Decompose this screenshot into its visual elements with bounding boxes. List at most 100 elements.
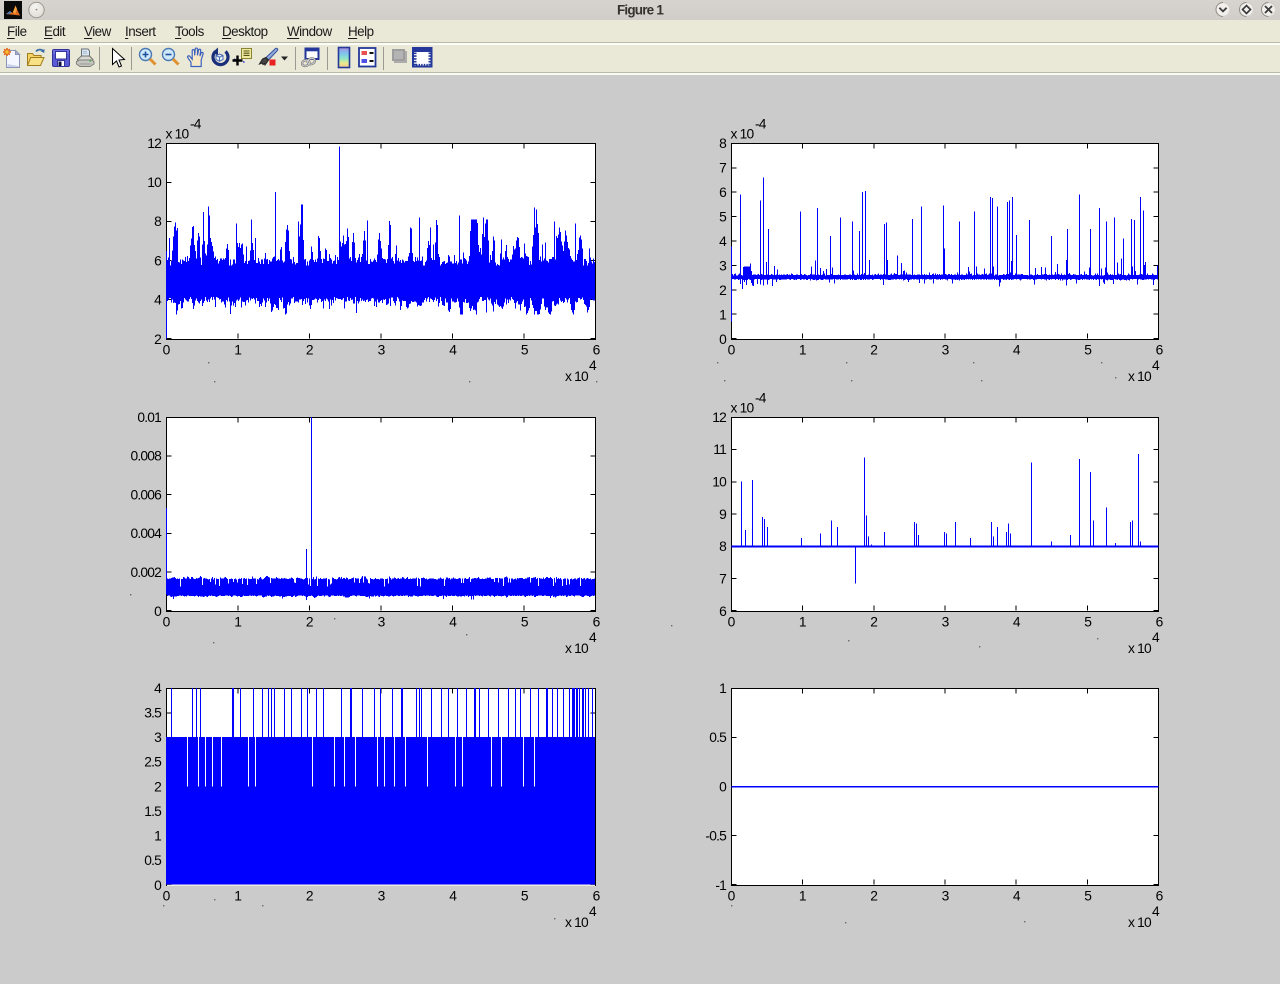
svg-text:2: 2 bbox=[154, 779, 161, 794]
svg-text:1: 1 bbox=[719, 681, 726, 696]
svg-text:6: 6 bbox=[593, 343, 601, 358]
svg-text:2: 2 bbox=[719, 283, 726, 298]
svg-text:0: 0 bbox=[728, 343, 736, 358]
svg-text:4: 4 bbox=[154, 681, 162, 696]
svg-text:1: 1 bbox=[154, 829, 161, 844]
svg-text:x 10: x 10 bbox=[166, 127, 190, 142]
svg-text:-1: -1 bbox=[715, 878, 726, 893]
svg-text:3: 3 bbox=[154, 730, 162, 745]
svg-text:2: 2 bbox=[870, 615, 877, 630]
svg-text:11: 11 bbox=[713, 442, 726, 457]
svg-text:6: 6 bbox=[719, 604, 727, 619]
svg-text:4: 4 bbox=[589, 904, 597, 919]
svg-text:-0.5: -0.5 bbox=[705, 829, 727, 844]
svg-text:2: 2 bbox=[306, 615, 313, 630]
svg-text:1: 1 bbox=[234, 343, 241, 358]
svg-text:10: 10 bbox=[712, 475, 727, 490]
svg-text:0: 0 bbox=[163, 615, 171, 630]
svg-text:0: 0 bbox=[728, 615, 736, 630]
svg-text:x 10: x 10 bbox=[731, 401, 755, 416]
svg-text:3: 3 bbox=[942, 615, 950, 630]
svg-text:x 10: x 10 bbox=[1128, 641, 1152, 656]
svg-text:6: 6 bbox=[719, 185, 727, 200]
svg-text:6: 6 bbox=[1156, 889, 1164, 904]
svg-text:4: 4 bbox=[449, 889, 457, 904]
svg-text:4: 4 bbox=[1152, 358, 1160, 373]
svg-text:x 10: x 10 bbox=[565, 915, 589, 930]
svg-text:3: 3 bbox=[942, 889, 950, 904]
svg-text:x 10: x 10 bbox=[731, 127, 755, 142]
svg-text:2.5: 2.5 bbox=[144, 755, 162, 770]
svg-text:5: 5 bbox=[521, 615, 529, 630]
svg-text:7: 7 bbox=[719, 572, 726, 587]
svg-text:3: 3 bbox=[719, 258, 727, 273]
svg-text:x 10: x 10 bbox=[1128, 369, 1152, 384]
svg-text:6: 6 bbox=[1156, 615, 1164, 630]
svg-text:4: 4 bbox=[1013, 343, 1021, 358]
svg-text:0.01: 0.01 bbox=[137, 410, 161, 425]
svg-text:0: 0 bbox=[719, 779, 727, 794]
svg-text:9: 9 bbox=[719, 507, 727, 522]
svg-text:1.5: 1.5 bbox=[144, 804, 162, 819]
svg-text:6: 6 bbox=[1156, 343, 1164, 358]
svg-text:2: 2 bbox=[306, 889, 313, 904]
svg-text:4: 4 bbox=[449, 615, 457, 630]
svg-text:3: 3 bbox=[378, 343, 386, 358]
svg-text:7: 7 bbox=[719, 160, 726, 175]
svg-text:0: 0 bbox=[163, 343, 171, 358]
svg-text:5: 5 bbox=[521, 889, 529, 904]
svg-text:4: 4 bbox=[1152, 904, 1160, 919]
svg-text:0: 0 bbox=[163, 889, 171, 904]
svg-text:4: 4 bbox=[719, 234, 727, 249]
svg-text:8: 8 bbox=[719, 539, 727, 554]
svg-text:4: 4 bbox=[1013, 889, 1021, 904]
svg-text:6: 6 bbox=[593, 889, 601, 904]
svg-text:4: 4 bbox=[1013, 615, 1021, 630]
svg-text:0.5: 0.5 bbox=[144, 853, 162, 868]
svg-text:4: 4 bbox=[589, 630, 597, 645]
svg-text:1: 1 bbox=[799, 615, 806, 630]
svg-text:x 10: x 10 bbox=[565, 369, 589, 384]
svg-text:1: 1 bbox=[234, 615, 241, 630]
svg-text:5: 5 bbox=[1084, 343, 1092, 358]
svg-text:2: 2 bbox=[306, 343, 313, 358]
svg-text:6: 6 bbox=[154, 253, 162, 268]
svg-text:1: 1 bbox=[719, 307, 726, 322]
svg-text:0.5: 0.5 bbox=[709, 730, 727, 745]
svg-text:4: 4 bbox=[154, 293, 162, 308]
svg-text:4: 4 bbox=[449, 343, 457, 358]
svg-text:2: 2 bbox=[154, 332, 161, 347]
svg-text:1: 1 bbox=[234, 889, 241, 904]
svg-text:5: 5 bbox=[1084, 615, 1092, 630]
svg-text:0: 0 bbox=[719, 332, 727, 347]
svg-text:0: 0 bbox=[728, 889, 736, 904]
svg-text:-4: -4 bbox=[755, 117, 767, 132]
svg-text:0.008: 0.008 bbox=[130, 449, 162, 464]
svg-text:x 10: x 10 bbox=[565, 641, 589, 656]
svg-text:3: 3 bbox=[378, 615, 386, 630]
svg-text:2: 2 bbox=[870, 889, 877, 904]
svg-text:8: 8 bbox=[719, 136, 727, 151]
svg-text:6: 6 bbox=[593, 615, 601, 630]
svg-text:5: 5 bbox=[521, 343, 529, 358]
svg-text:4: 4 bbox=[589, 358, 597, 373]
svg-text:3: 3 bbox=[378, 889, 386, 904]
svg-text:x 10: x 10 bbox=[1128, 915, 1152, 930]
svg-text:8: 8 bbox=[154, 214, 162, 229]
svg-text:12: 12 bbox=[712, 410, 726, 425]
svg-text:10: 10 bbox=[147, 175, 162, 190]
svg-text:2: 2 bbox=[870, 343, 877, 358]
svg-text:4: 4 bbox=[1152, 630, 1160, 645]
svg-text:0: 0 bbox=[154, 878, 162, 893]
svg-text:3: 3 bbox=[942, 343, 950, 358]
svg-text:-4: -4 bbox=[190, 117, 202, 132]
svg-text:3.5: 3.5 bbox=[144, 705, 162, 720]
svg-text:0.004: 0.004 bbox=[130, 526, 162, 541]
svg-text:12: 12 bbox=[147, 136, 161, 151]
svg-text:1: 1 bbox=[799, 343, 806, 358]
svg-text:0.006: 0.006 bbox=[130, 487, 162, 502]
svg-text:-4: -4 bbox=[755, 391, 767, 406]
svg-text:5: 5 bbox=[1084, 889, 1092, 904]
svg-text:5: 5 bbox=[719, 209, 727, 224]
svg-text:1: 1 bbox=[799, 889, 806, 904]
